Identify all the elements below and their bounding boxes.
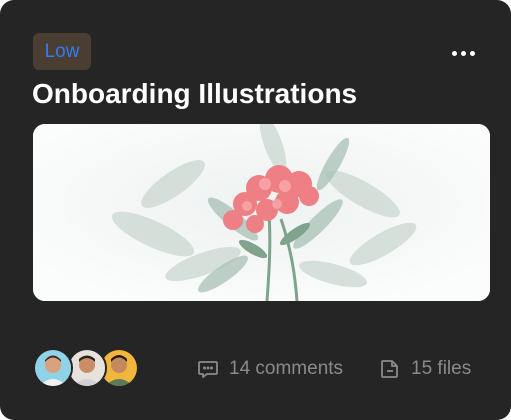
avatar[interactable] (67, 348, 107, 388)
comment-icon (196, 357, 220, 381)
more-dot-icon (451, 50, 457, 56)
task-card[interactable]: Low Onboarding Illustrations 14 comments… (0, 0, 511, 420)
priority-badge: Low (33, 33, 91, 70)
more-dot-icon (469, 50, 475, 56)
more-dot-icon (460, 50, 466, 56)
comments-label: 14 comments (229, 358, 344, 379)
flower-illustration-icon (33, 124, 490, 301)
member-avatars[interactable] (33, 348, 143, 388)
avatar-icon (69, 350, 105, 386)
comments-count[interactable]: 14 comments (196, 354, 343, 384)
avatar-icon (35, 350, 71, 386)
files-label: 15 files (411, 358, 472, 379)
file-icon (378, 357, 402, 381)
files-count[interactable]: 15 files (378, 354, 471, 384)
more-options-button[interactable] (446, 43, 480, 63)
card-cover-image[interactable] (33, 124, 490, 301)
avatar[interactable] (33, 348, 73, 388)
card-title: Onboarding Illustrations (32, 78, 358, 109)
